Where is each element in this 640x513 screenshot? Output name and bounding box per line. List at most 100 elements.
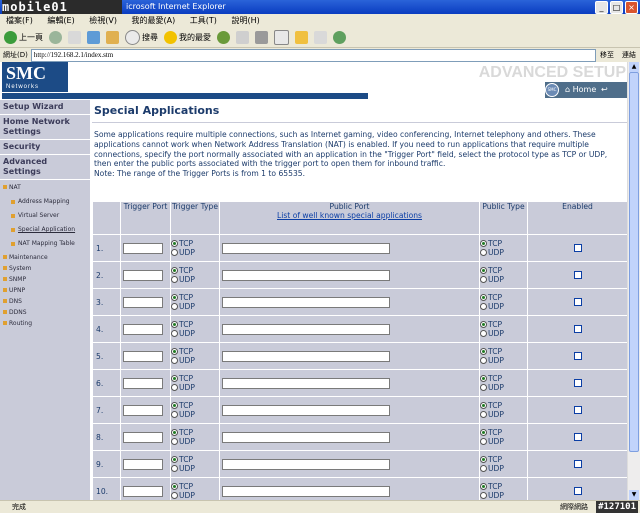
sidebar-routing[interactable]: Routing bbox=[0, 318, 90, 329]
messenger-icon[interactable] bbox=[314, 31, 327, 44]
print-icon[interactable] bbox=[255, 31, 268, 44]
sidebar-ddns[interactable]: DDNS bbox=[0, 307, 90, 318]
trigger-udp-radio[interactable]: UDP bbox=[171, 275, 219, 284]
minimize-icon[interactable]: _ bbox=[595, 1, 608, 14]
public-udp-radio[interactable]: UDP bbox=[480, 491, 527, 500]
forward-arrow-icon[interactable] bbox=[49, 31, 62, 44]
trigger-port-input[interactable] bbox=[123, 296, 163, 308]
scrollbar-thumb[interactable] bbox=[629, 72, 639, 452]
trigger-udp-radio[interactable]: UDP bbox=[171, 464, 219, 473]
trigger-tcp-radio[interactable]: TCP bbox=[171, 374, 219, 383]
sidebar-advanced-settings[interactable]: Advanced Settings bbox=[0, 155, 90, 180]
enabled-checkbox[interactable] bbox=[573, 487, 582, 495]
public-tcp-radio[interactable]: TCP bbox=[480, 374, 527, 383]
public-port-input[interactable] bbox=[222, 431, 390, 443]
public-udp-radio[interactable]: UDP bbox=[480, 248, 527, 257]
public-udp-radio[interactable]: UDP bbox=[480, 302, 527, 311]
public-udp-radio[interactable]: UDP bbox=[480, 464, 527, 473]
public-tcp-radio[interactable]: TCP bbox=[480, 320, 527, 329]
trigger-tcp-radio[interactable]: TCP bbox=[171, 428, 219, 437]
discuss-icon[interactable] bbox=[333, 31, 346, 44]
public-tcp-radio[interactable]: TCP bbox=[480, 347, 527, 356]
back-button[interactable]: 上一頁 bbox=[4, 31, 43, 44]
trigger-udp-radio[interactable]: UDP bbox=[171, 329, 219, 338]
public-port-input[interactable] bbox=[222, 404, 390, 416]
public-tcp-radio[interactable]: TCP bbox=[480, 293, 527, 302]
history-icon[interactable] bbox=[217, 31, 230, 44]
trigger-tcp-radio[interactable]: TCP bbox=[171, 482, 219, 491]
public-udp-radio[interactable]: UDP bbox=[480, 329, 527, 338]
folder-icon[interactable] bbox=[295, 31, 308, 44]
trigger-port-input[interactable] bbox=[123, 458, 163, 470]
stop-icon[interactable] bbox=[68, 31, 81, 44]
trigger-udp-radio[interactable]: UDP bbox=[171, 356, 219, 365]
trigger-udp-radio[interactable]: UDP bbox=[171, 491, 219, 500]
public-udp-radio[interactable]: UDP bbox=[480, 437, 527, 446]
sidebar-special-application[interactable]: Special Application bbox=[0, 225, 90, 235]
enabled-checkbox[interactable] bbox=[573, 460, 582, 468]
enabled-checkbox[interactable] bbox=[573, 352, 582, 360]
public-tcp-radio[interactable]: TCP bbox=[480, 455, 527, 464]
sidebar-home-network-settings[interactable]: Home Network Settings bbox=[0, 115, 90, 140]
trigger-port-input[interactable] bbox=[123, 485, 163, 497]
public-port-input[interactable] bbox=[222, 350, 390, 362]
sidebar-setup-wizard[interactable]: Setup Wizard bbox=[0, 100, 90, 115]
trigger-tcp-radio[interactable]: TCP bbox=[171, 320, 219, 329]
enabled-checkbox[interactable] bbox=[573, 271, 582, 279]
trigger-port-input[interactable] bbox=[123, 404, 163, 416]
public-udp-radio[interactable]: UDP bbox=[480, 410, 527, 419]
trigger-port-input[interactable] bbox=[123, 431, 163, 443]
trigger-tcp-radio[interactable]: TCP bbox=[171, 266, 219, 275]
edit-icon[interactable] bbox=[274, 30, 289, 45]
sidebar-maintenance[interactable]: Maintenance bbox=[0, 252, 90, 263]
menu-help[interactable]: 說明(H) bbox=[231, 16, 259, 25]
sidebar-nat-mapping-table[interactable]: NAT Mapping Table bbox=[0, 239, 90, 249]
trigger-udp-radio[interactable]: UDP bbox=[171, 383, 219, 392]
enabled-checkbox[interactable] bbox=[573, 325, 582, 333]
sidebar-security[interactable]: Security bbox=[0, 140, 90, 155]
enabled-checkbox[interactable] bbox=[573, 379, 582, 387]
public-port-input[interactable] bbox=[222, 323, 390, 335]
public-tcp-radio[interactable]: TCP bbox=[480, 401, 527, 410]
scroll-up-icon[interactable]: ▲ bbox=[629, 62, 639, 72]
favorites-button[interactable]: 我的最愛 bbox=[164, 31, 211, 44]
address-input[interactable]: http://192.168.2.1/index.stm bbox=[30, 48, 596, 62]
public-port-input[interactable] bbox=[222, 458, 390, 470]
trigger-udp-radio[interactable]: UDP bbox=[171, 302, 219, 311]
trigger-port-input[interactable] bbox=[123, 269, 163, 281]
enabled-checkbox[interactable] bbox=[573, 433, 582, 441]
trigger-tcp-radio[interactable]: TCP bbox=[171, 455, 219, 464]
menu-tools[interactable]: 工具(T) bbox=[190, 16, 217, 25]
links-button[interactable]: 連結 bbox=[622, 48, 636, 62]
home-icon[interactable] bbox=[106, 31, 119, 44]
trigger-udp-radio[interactable]: UDP bbox=[171, 248, 219, 257]
maximize-icon[interactable]: □ bbox=[610, 1, 623, 14]
trigger-port-input[interactable] bbox=[123, 350, 163, 362]
public-tcp-radio[interactable]: TCP bbox=[480, 239, 527, 248]
trigger-tcp-radio[interactable]: TCP bbox=[171, 401, 219, 410]
menu-edit[interactable]: 編輯(E) bbox=[47, 16, 74, 25]
enabled-checkbox[interactable] bbox=[573, 298, 582, 306]
trigger-tcp-radio[interactable]: TCP bbox=[171, 293, 219, 302]
public-port-input[interactable] bbox=[222, 269, 390, 281]
public-tcp-radio[interactable]: TCP bbox=[480, 428, 527, 437]
trigger-udp-radio[interactable]: UDP bbox=[171, 410, 219, 419]
scroll-down-icon[interactable]: ▼ bbox=[629, 490, 639, 500]
vertical-scrollbar[interactable]: ▲ ▼ bbox=[627, 62, 640, 500]
trigger-tcp-radio[interactable]: TCP bbox=[171, 239, 219, 248]
trigger-udp-radio[interactable]: UDP bbox=[171, 437, 219, 446]
enabled-checkbox[interactable] bbox=[573, 406, 582, 414]
sidebar-virtual-server[interactable]: Virtual Server bbox=[0, 211, 90, 221]
public-tcp-radio[interactable]: TCP bbox=[480, 266, 527, 275]
trigger-port-input[interactable] bbox=[123, 323, 163, 335]
enabled-checkbox[interactable] bbox=[573, 244, 582, 252]
sidebar-dns[interactable]: DNS bbox=[0, 296, 90, 307]
sidebar-address-mapping[interactable]: Address Mapping bbox=[0, 197, 90, 207]
trigger-port-input[interactable] bbox=[123, 377, 163, 389]
public-udp-radio[interactable]: UDP bbox=[480, 383, 527, 392]
sidebar-nat[interactable]: NAT bbox=[0, 182, 90, 193]
refresh-icon[interactable] bbox=[87, 31, 100, 44]
mail-icon[interactable] bbox=[236, 31, 249, 44]
sidebar-upnp[interactable]: UPNP bbox=[0, 285, 90, 296]
trigger-tcp-radio[interactable]: TCP bbox=[171, 347, 219, 356]
